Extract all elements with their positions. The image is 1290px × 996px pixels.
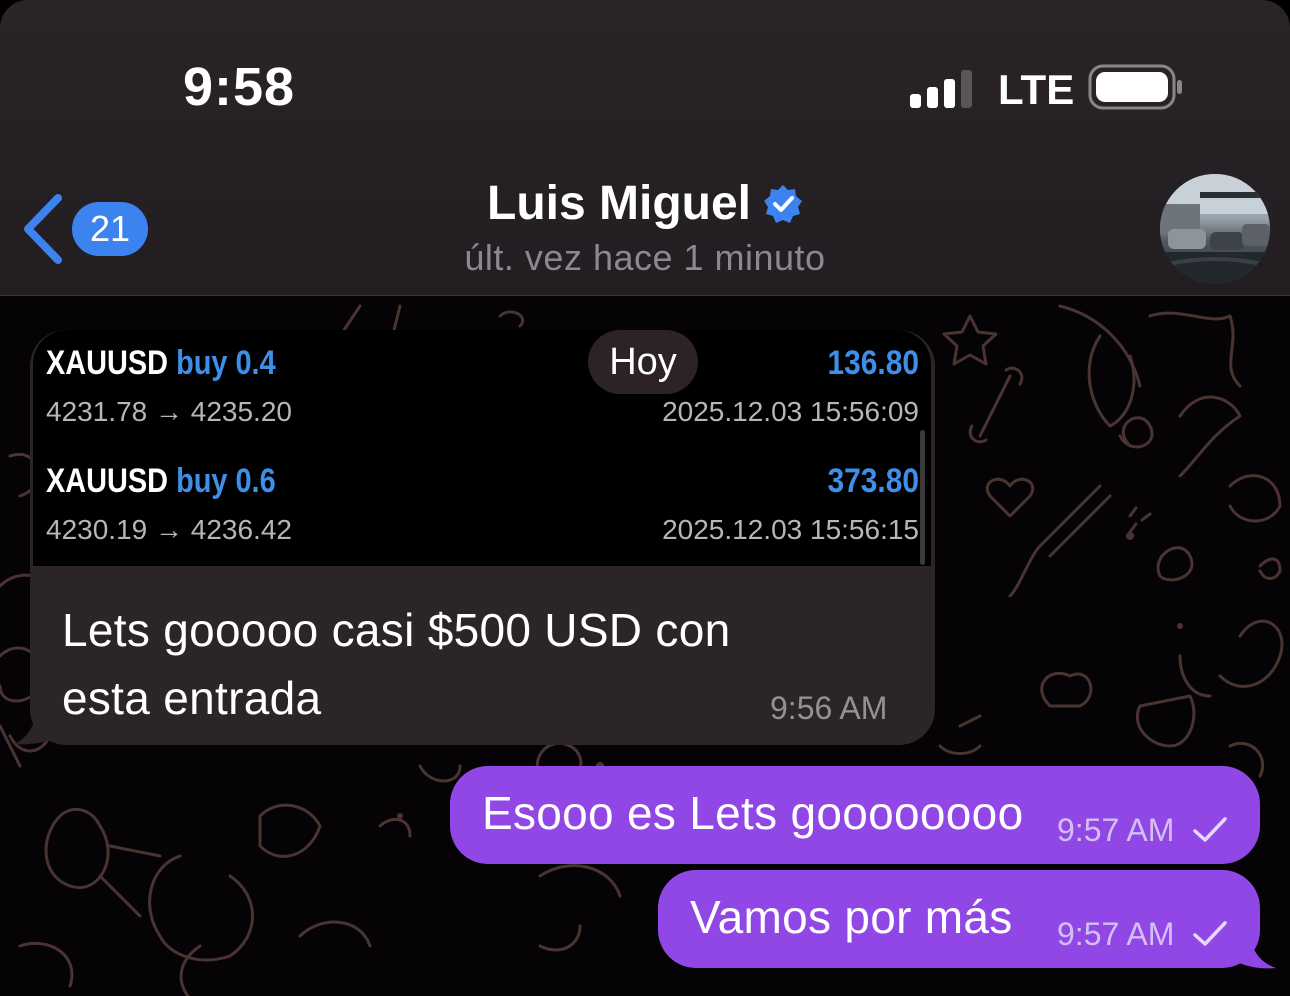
trade-side: buy 0.6 (176, 462, 276, 500)
message-timestamp: 9:57 AM (1057, 812, 1175, 848)
trade-profit: 136.80 (827, 344, 919, 382)
sent-check-icon (1193, 921, 1227, 946)
trade-screenshot-image[interactable]: XAUUSD buy 0.4 136.80 4231.78 → 4235.20 … (33, 330, 931, 569)
date-separator-pill: Hoy (588, 330, 698, 394)
last-seen-status: últ. vez hace 1 minuto (464, 237, 826, 278)
trade-symbol: XAUUSD buy 0.4 (46, 344, 276, 382)
image-scrollbar (920, 430, 925, 565)
trade-symbol: XAUUSD buy 0.6 (46, 462, 276, 500)
battery-icon (1088, 64, 1182, 110)
trade-time: 2025.12.03 15:56:09 (662, 396, 919, 427)
avatar-photo-icon (1160, 174, 1270, 284)
network-type: LTE (998, 66, 1075, 113)
trade-row: XAUUSD buy 0.4 136.80 4231.78 → 4235.20 … (33, 330, 931, 440)
trade-profit: 373.80 (827, 462, 919, 500)
trade-side: buy 0.4 (176, 344, 276, 382)
contact-title[interactable]: Luis Miguel (0, 176, 1290, 231)
message-timestamp: 9:56 AM (770, 690, 888, 726)
trade-row: XAUUSD buy 0.6 373.80 4230.19 → 4236.42 … (33, 448, 931, 558)
cellular-signal-icon (910, 70, 972, 108)
trade-prices: 4231.78 → 4235.20 (46, 396, 292, 427)
sent-check-icon (1193, 817, 1227, 842)
contact-name: Luis Miguel (487, 177, 751, 230)
trade-time: 2025.12.03 15:56:15 (662, 514, 919, 545)
verified-badge-icon (764, 184, 802, 223)
message-timestamp: 9:57 AM (1057, 916, 1175, 952)
contact-avatar[interactable] (1160, 174, 1270, 284)
outgoing-message-text: Esooo es Lets goooooooo (482, 787, 1024, 839)
incoming-message-text: Lets gooooo casi $500 USD con esta entra… (62, 604, 731, 724)
chat-header: 9:58 LTE 21 Luis Miguel últ. vez hace 1 … (0, 0, 1290, 296)
outgoing-message-text: Vamos por más (690, 891, 1013, 943)
trade-prices: 4230.19 → 4236.42 (46, 514, 292, 545)
status-time: 9:58 (183, 57, 296, 117)
